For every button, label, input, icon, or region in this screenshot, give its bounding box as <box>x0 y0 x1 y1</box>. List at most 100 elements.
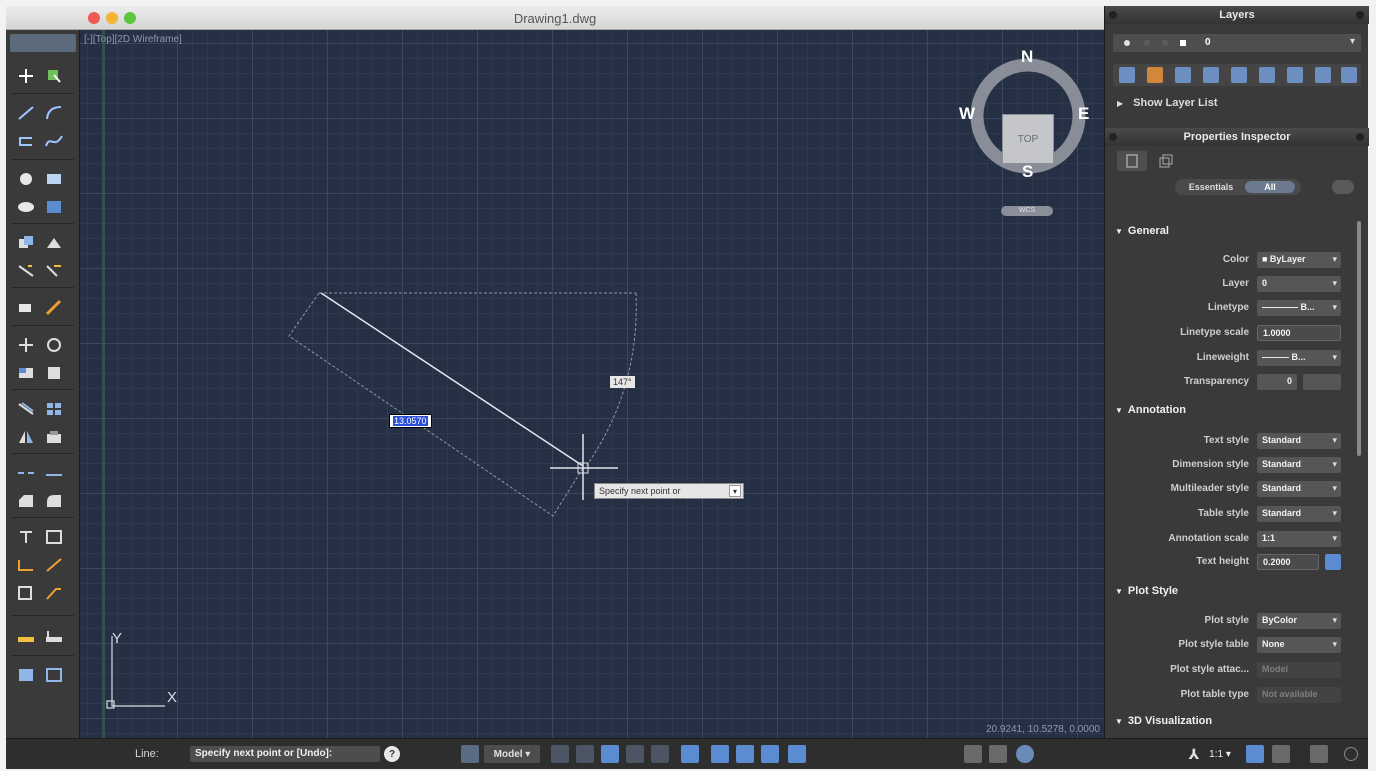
arc-tool-icon[interactable] <box>42 102 66 124</box>
angle-input[interactable]: 147° <box>610 376 635 388</box>
erase-tool-icon[interactable] <box>14 296 38 318</box>
rotate-tool-icon[interactable] <box>42 334 66 356</box>
all-tab[interactable]: All <box>1245 181 1295 193</box>
area-tool-icon[interactable] <box>42 626 66 648</box>
stretch-tool-icon[interactable] <box>42 362 66 384</box>
compass-east[interactable]: E <box>1078 104 1089 124</box>
model-space-button[interactable]: Model ▾ <box>484 745 540 763</box>
text-height-pick-icon[interactable] <box>1325 554 1341 570</box>
isolate-objects-icon[interactable] <box>1310 745 1328 763</box>
layer-isolate-icon[interactable] <box>1203 67 1219 83</box>
aligned-dim-icon[interactable] <box>42 554 66 576</box>
rectangle-tool-icon[interactable] <box>42 168 66 190</box>
layer-lock-icon[interactable] <box>1315 67 1331 83</box>
compass-west[interactable]: W <box>959 104 975 124</box>
pan-hand-icon[interactable] <box>964 745 982 763</box>
layer-dropdown[interactable]: 0 <box>1257 276 1341 292</box>
layer-off-icon[interactable] <box>1287 67 1303 83</box>
transparency-toggle-icon[interactable] <box>761 745 779 763</box>
linetype-dropdown[interactable]: ———— B... <box>1257 300 1341 316</box>
current-layer-dropdown[interactable]: 0 ▾ <box>1113 34 1361 52</box>
polar-tracking-icon[interactable] <box>651 745 669 763</box>
table-style-dropdown[interactable]: Standard <box>1257 506 1341 522</box>
text-height-field[interactable]: 0.2000 <box>1257 554 1319 570</box>
drawing-properties-tab-icon[interactable] <box>1151 151 1181 171</box>
move-cursor-icon[interactable] <box>14 65 38 87</box>
array-tool-icon[interactable] <box>42 398 66 420</box>
measure-tool-icon[interactable] <box>14 626 38 648</box>
ordinate-dim-icon[interactable] <box>14 582 38 604</box>
dynamic-ucs-icon[interactable] <box>601 745 619 763</box>
mirror-tool-icon[interactable] <box>42 232 66 254</box>
fillet-tool-icon[interactable] <box>42 490 66 512</box>
section-annotation[interactable]: ▼ Annotation <box>1115 404 1186 416</box>
chamfer-tool-icon[interactable] <box>14 490 38 512</box>
section-3d-visualization[interactable]: ▼ 3D Visualization <box>1115 715 1212 727</box>
compass-north[interactable]: N <box>1021 47 1033 67</box>
text-style-dropdown[interactable]: Standard <box>1257 433 1341 449</box>
properties-close-icon[interactable] <box>1109 133 1117 141</box>
zoom-icon[interactable] <box>989 745 1007 763</box>
prompt-options-icon[interactable]: ▾ <box>729 485 741 497</box>
offset-tool-icon[interactable] <box>14 398 38 420</box>
compass-south[interactable]: S <box>1022 162 1033 182</box>
plot-style-table-dropdown[interactable]: None <box>1257 637 1341 653</box>
select-objects-icon[interactable] <box>42 65 66 87</box>
layers-close-icon[interactable] <box>1109 11 1117 19</box>
leader-tool-icon[interactable] <box>42 582 66 604</box>
new-layer-icon[interactable] <box>1119 67 1135 83</box>
palette-selector[interactable] <box>10 34 76 52</box>
status-menu-icon[interactable] <box>1344 747 1358 761</box>
essentials-tab[interactable]: Essentials <box>1179 181 1243 193</box>
xref-tool-icon[interactable] <box>42 664 66 686</box>
layers-collapse-icon[interactable] <box>1356 11 1364 19</box>
trim-tool-icon[interactable] <box>14 260 38 282</box>
annotation-scale-button[interactable]: 1:1 ▾ <box>1202 745 1238 763</box>
layer-freeze-icon[interactable] <box>1259 67 1275 83</box>
properties-scrollbar[interactable] <box>1357 221 1361 456</box>
block-tool-icon[interactable] <box>42 426 66 448</box>
multileader-style-dropdown[interactable]: Standard <box>1257 481 1341 497</box>
object-snap-icon[interactable] <box>681 745 699 763</box>
auto-scale-icon[interactable] <box>1246 745 1264 763</box>
layer-match-icon[interactable] <box>1341 67 1357 83</box>
line-tool-icon[interactable] <box>14 102 38 124</box>
mtext-tool-icon[interactable] <box>42 526 66 548</box>
annotation-visibility-icon[interactable]: ⅄ <box>1186 745 1202 763</box>
length-input[interactable]: 13.0570 <box>389 414 432 428</box>
join-tool-icon[interactable] <box>42 462 66 484</box>
object-properties-tab-icon[interactable] <box>1117 151 1147 171</box>
wcs-menu[interactable]: WCS <box>1001 206 1053 216</box>
snap-tracking-icon[interactable] <box>711 745 729 763</box>
section-general[interactable]: ▼ General <box>1115 225 1169 237</box>
lineweight-toggle-icon[interactable] <box>736 745 754 763</box>
selection-cycling-icon[interactable] <box>788 745 806 763</box>
plot-style-dropdown[interactable]: ByColor <box>1257 613 1341 629</box>
help-icon[interactable]: ? <box>384 746 400 762</box>
lineweight-dropdown[interactable]: ——— B... <box>1257 350 1341 366</box>
workspace-icon[interactable] <box>1272 745 1290 763</box>
section-plot-style[interactable]: ▼ Plot Style <box>1115 585 1178 597</box>
layer-properties-icon[interactable] <box>1147 67 1163 83</box>
linear-dim-icon[interactable] <box>14 554 38 576</box>
insert-block-icon[interactable] <box>14 664 38 686</box>
copy-tool-icon[interactable] <box>14 232 38 254</box>
properties-settings-icon[interactable] <box>1332 180 1354 194</box>
linetype-scale-field[interactable]: 1.0000 <box>1257 325 1341 341</box>
scale-tool-icon[interactable] <box>14 362 38 384</box>
dimension-style-dropdown[interactable]: Standard <box>1257 457 1341 473</box>
mirror-shape-icon[interactable] <box>14 426 38 448</box>
ortho-mode-icon[interactable] <box>626 745 644 763</box>
grid-display-icon[interactable] <box>576 745 594 763</box>
break-tool-icon[interactable] <box>14 462 38 484</box>
drawing-canvas[interactable]: [-][Top][2D Wireframe] 13.0570 147° Spec… <box>80 30 1104 738</box>
extend-tool-icon[interactable] <box>42 260 66 282</box>
layer-previous-icon[interactable] <box>1175 67 1191 83</box>
command-line[interactable]: Specify next point or [Undo]: <box>190 746 380 762</box>
text-tool-icon[interactable] <box>14 526 38 548</box>
transparency-field[interactable]: 0 <box>1257 374 1297 390</box>
properties-collapse-icon[interactable] <box>1356 133 1364 141</box>
show-layer-list-toggle[interactable]: ▶ Show Layer List <box>1117 97 1218 109</box>
spline-tool-icon[interactable] <box>42 130 66 152</box>
annotation-scale-dropdown[interactable]: 1:1 <box>1257 531 1341 547</box>
